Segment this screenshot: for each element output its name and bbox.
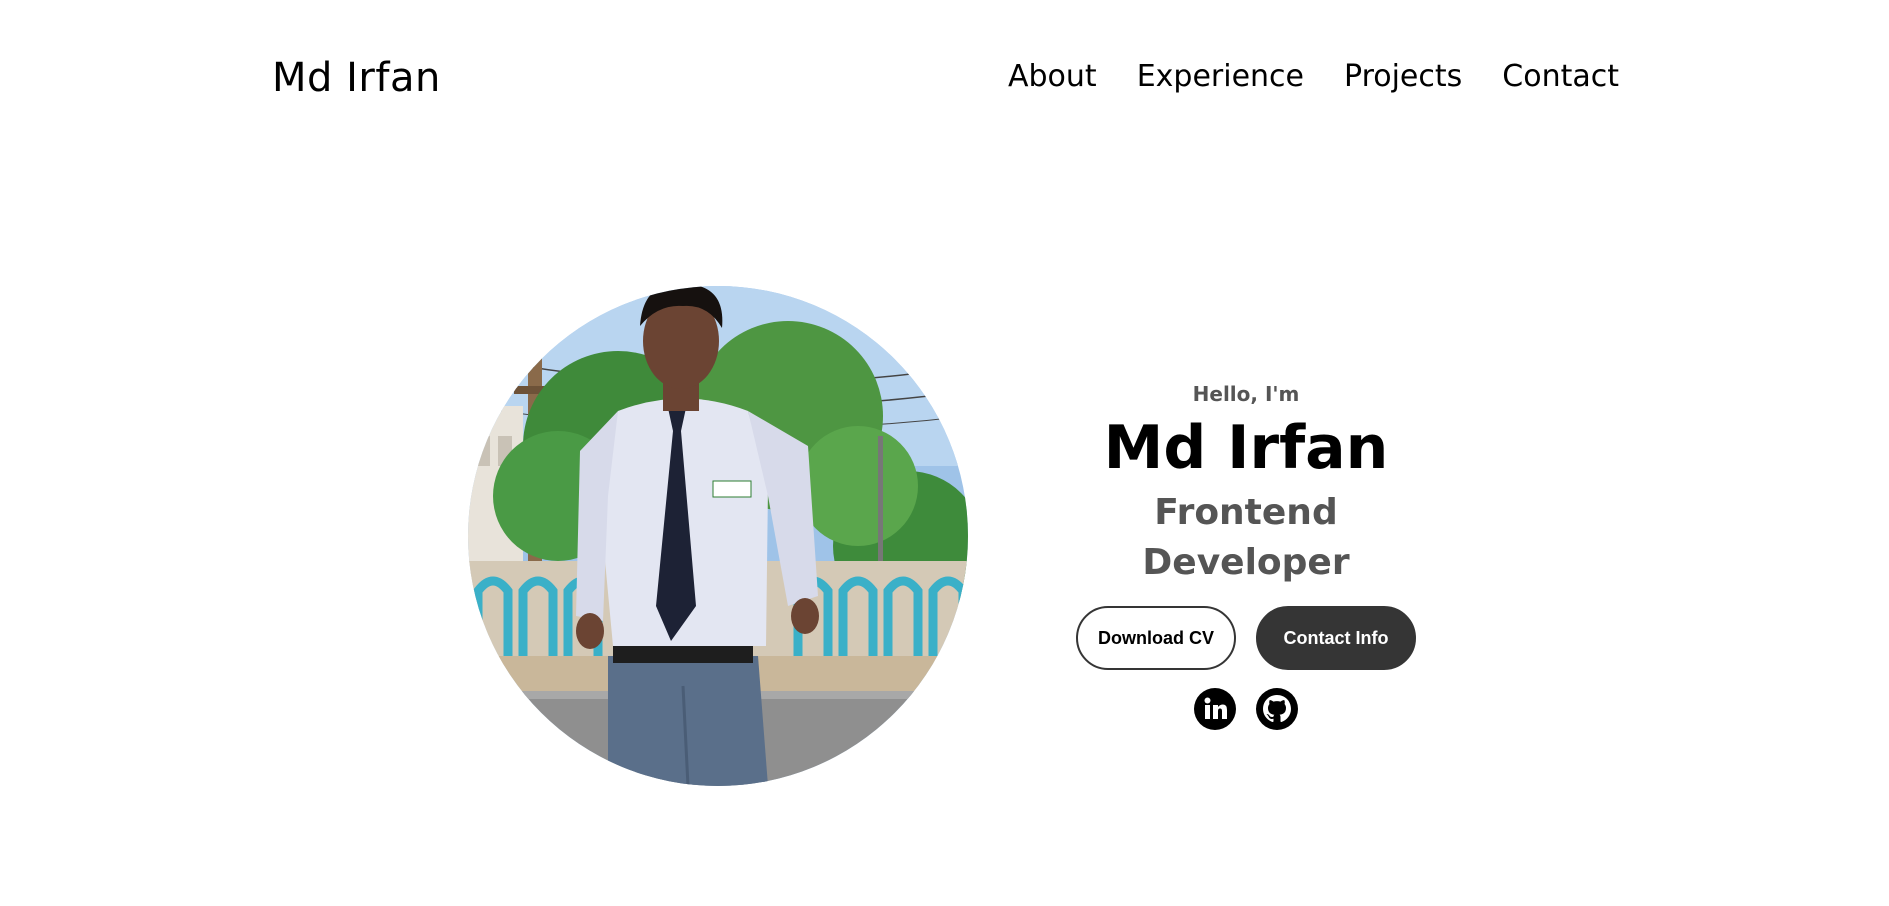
portfolio-page: Md Irfan About Experience Projects Conta…	[0, 0, 1889, 906]
social-links	[1046, 688, 1446, 730]
hero-name: Md Irfan	[1103, 413, 1389, 483]
nav-link-projects[interactable]: Projects	[1344, 59, 1462, 94]
profile-photo	[468, 286, 968, 786]
hero-role: Frontend Developer	[1142, 492, 1350, 583]
contact-info-button[interactable]: Contact Info	[1256, 606, 1416, 670]
hero-buttons: Download CV Contact Info	[1046, 606, 1446, 670]
nav-link-experience[interactable]: Experience	[1137, 59, 1304, 94]
hero-intro: Hello, I'm Md Irfan Frontend Developer D…	[1046, 378, 1446, 730]
github-icon[interactable]	[1256, 688, 1298, 730]
nav-item-experience: Experience	[1137, 56, 1304, 98]
download-cv-button[interactable]: Download CV	[1076, 606, 1236, 670]
hero-greeting: Hello, I'm	[1192, 382, 1300, 406]
main-nav: About Experience Projects Contact	[1008, 56, 1619, 98]
nav-item-contact: Contact	[1502, 56, 1619, 98]
profile-photo-illustration	[468, 286, 968, 786]
linkedin-icon[interactable]	[1194, 688, 1236, 730]
nav-item-about: About	[1008, 56, 1097, 98]
nav-item-projects: Projects	[1344, 56, 1462, 98]
nav-link-about[interactable]: About	[1008, 59, 1097, 94]
site-logo[interactable]: Md Irfan	[272, 50, 441, 106]
nav-link-contact[interactable]: Contact	[1502, 59, 1619, 94]
